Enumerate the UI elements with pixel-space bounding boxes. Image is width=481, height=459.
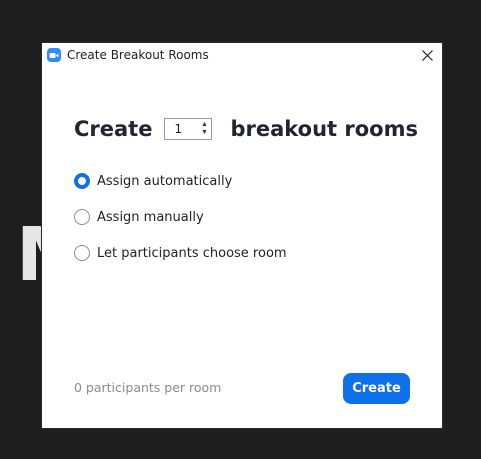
participants-per-room-text: 0 participants per room	[74, 380, 222, 395]
radio-assign-manually[interactable]	[74, 209, 90, 225]
radio-assign-automatically[interactable]	[74, 173, 90, 189]
radio-participants-choose[interactable]	[74, 245, 90, 261]
close-icon	[421, 49, 433, 61]
room-count-stepper[interactable]: ▲ ▼	[164, 118, 213, 140]
create-button[interactable]: Create	[343, 373, 410, 404]
zoom-camera-icon	[47, 48, 61, 62]
stepper-arrows[interactable]: ▲ ▼	[200, 121, 208, 137]
close-button[interactable]	[418, 46, 436, 64]
window-title: Create Breakout Rooms	[67, 48, 209, 62]
option-participants-choose[interactable]: Let participants choose room	[74, 243, 287, 263]
room-count-input[interactable]	[165, 120, 203, 138]
create-suffix-label: breakout rooms	[230, 117, 418, 141]
chevron-down-icon[interactable]: ▼	[201, 129, 208, 137]
title-bar: Create Breakout Rooms	[42, 43, 442, 67]
create-prefix-label: Create	[74, 117, 153, 141]
assign-options-group: Assign automatically Assign manually Let…	[74, 171, 287, 279]
option-assign-manually[interactable]: Assign manually	[74, 207, 287, 227]
create-breakout-rooms-dialog: Create Breakout Rooms Create ▲ ▼ breakou…	[42, 43, 442, 428]
chevron-up-icon[interactable]: ▲	[201, 121, 208, 129]
option-label: Assign automatically	[97, 173, 233, 189]
option-assign-automatically[interactable]: Assign automatically	[74, 171, 287, 191]
create-rooms-row: Create ▲ ▼ breakout rooms	[74, 113, 418, 145]
option-label: Assign manually	[97, 209, 204, 225]
option-label: Let participants choose room	[97, 245, 287, 261]
